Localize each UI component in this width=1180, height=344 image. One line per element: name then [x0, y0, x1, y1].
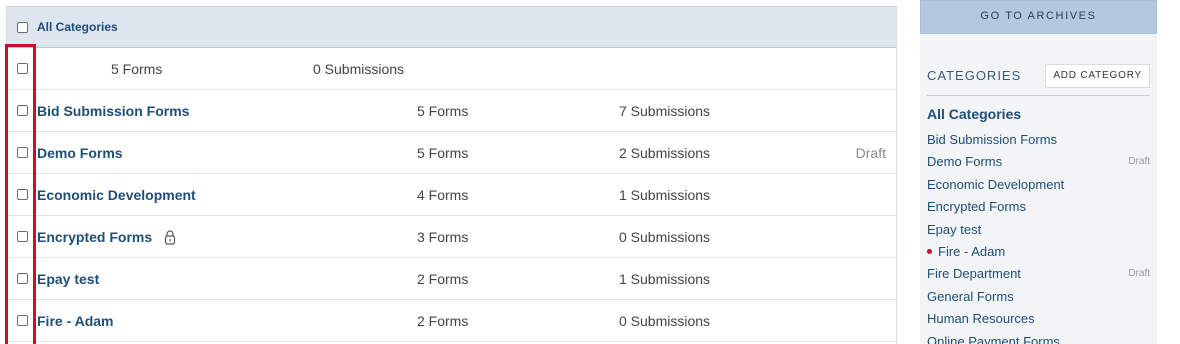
submissions-count: 0 Submissions	[619, 313, 711, 329]
table-row: Epay test 2 Forms 1 Submissions	[7, 258, 896, 300]
sidebar-item-label: Fire - Adam	[938, 243, 1006, 259]
table-row: Demo Forms 5 Forms 2 Submissions Draft	[7, 132, 896, 174]
categories-header: CATEGORIES ADD CATEGORY	[927, 62, 1150, 96]
row-checkbox[interactable]	[17, 147, 28, 158]
sidebar-item-fire-department[interactable]: Fire Department Draft	[927, 263, 1150, 285]
status-badge: Draft	[855, 145, 886, 161]
sidebar-item-bid-submission-forms[interactable]: Bid Submission Forms	[927, 129, 1150, 151]
submissions-count: 7 Submissions	[619, 103, 711, 119]
header-all-categories-label[interactable]: All Categories	[37, 20, 118, 34]
table-row: Economic Development 4 Forms 1 Submissio…	[7, 174, 896, 216]
sidebar-item-fire-adam[interactable]: Fire - Adam	[927, 241, 1150, 263]
lock-icon	[165, 230, 176, 245]
category-name-link[interactable]: Bid Submission Forms	[37, 90, 189, 132]
table-header: All Categories	[7, 6, 896, 48]
draft-badge: Draft	[1128, 268, 1150, 280]
categories-title: CATEGORIES	[927, 68, 1022, 83]
categories-table: All Categories 5 Forms 0 Submissions Bid…	[6, 6, 897, 344]
forms-count: 3 Forms	[417, 229, 469, 245]
sidebar-item-label: Bid Submission Forms	[927, 132, 1058, 147]
sidebar: GO TO ARCHIVES CATEGORIES ADD CATEGORY A…	[920, 0, 1157, 344]
forms-count: 5 Forms	[417, 145, 469, 161]
sidebar-item-label: Epay test	[927, 221, 982, 237]
forms-count: 5 Forms	[417, 103, 469, 119]
submissions-count: 1 Submissions	[619, 187, 711, 203]
sidebar-item-economic-development[interactable]: Economic Development	[927, 174, 1150, 196]
sidebar-item-label: All Categories	[927, 106, 1022, 122]
sidebar-item-all-categories[interactable]: All Categories	[927, 103, 1150, 129]
category-name-link[interactable]: Encrypted Forms	[37, 216, 152, 258]
add-category-button[interactable]: ADD CATEGORY	[1045, 64, 1150, 88]
sidebar-item-demo-forms[interactable]: Demo Forms Draft	[927, 151, 1150, 173]
row-checkbox[interactable]	[17, 105, 28, 116]
sidebar-item-label: Human Resources	[927, 311, 1035, 327]
row-checkbox[interactable]	[17, 273, 28, 284]
summary-row: 5 Forms 0 Submissions	[7, 48, 896, 90]
sidebar-item-online-payment-forms[interactable]: Online Payment Forms	[927, 331, 1150, 344]
row-checkbox[interactable]	[17, 189, 28, 200]
table-row: Encrypted Forms 3 Forms 0 Submissions	[7, 216, 896, 258]
row-checkbox[interactable]	[17, 63, 28, 74]
sidebar-item-label: Economic Development	[927, 176, 1065, 192]
category-name-link[interactable]: Fire - Adam	[37, 300, 114, 342]
table-row: Bid Submission Forms 5 Forms 7 Submissio…	[7, 90, 896, 132]
summary-forms-count: 5 Forms	[111, 61, 163, 77]
category-list: All Categories Bid Submission Forms Demo…	[927, 103, 1150, 344]
submissions-count: 0 Submissions	[619, 229, 711, 245]
sidebar-item-label: Demo Forms	[927, 154, 1003, 170]
forms-page: All Categories 5 Forms 0 Submissions Bid…	[0, 0, 1180, 344]
sidebar-item-epay-test[interactable]: Epay test	[927, 219, 1150, 241]
row-checkbox[interactable]	[17, 315, 28, 326]
sidebar-item-label: Fire Department	[927, 266, 1021, 282]
category-name-link[interactable]: Economic Development	[37, 174, 196, 216]
forms-count: 4 Forms	[417, 187, 469, 203]
forms-count: 2 Forms	[417, 313, 469, 329]
sidebar-item-human-resources[interactable]: Human Resources	[927, 308, 1150, 330]
go-to-archives-button[interactable]: GO TO ARCHIVES	[920, 0, 1157, 34]
submissions-count: 2 Submissions	[619, 145, 711, 161]
category-name-link[interactable]: Demo Forms	[37, 132, 123, 174]
submissions-count: 1 Submissions	[619, 271, 711, 287]
sidebar-item-label: Online Payment Forms	[927, 333, 1060, 344]
sidebar-item-label: General Forms	[927, 288, 1014, 304]
row-checkbox[interactable]	[17, 231, 28, 242]
sidebar-item-general-forms[interactable]: General Forms	[927, 286, 1150, 308]
table-row: Fire - Adam 2 Forms 0 Submissions	[7, 300, 896, 342]
draft-badge: Draft	[1128, 156, 1150, 168]
select-all-checkbox-cell	[7, 21, 37, 33]
sidebar-item-label: Encrypted Forms	[927, 199, 1026, 215]
summary-submissions-count: 0 Submissions	[313, 61, 405, 77]
select-all-checkbox[interactable]	[17, 21, 28, 33]
sidebar-item-encrypted-forms[interactable]: Encrypted Forms	[927, 196, 1150, 218]
category-name-link[interactable]: Epay test	[37, 258, 99, 300]
category-name-cell: Encrypted Forms	[37, 216, 176, 258]
forms-count: 2 Forms	[417, 271, 469, 287]
current-bullet-icon	[927, 249, 932, 255]
